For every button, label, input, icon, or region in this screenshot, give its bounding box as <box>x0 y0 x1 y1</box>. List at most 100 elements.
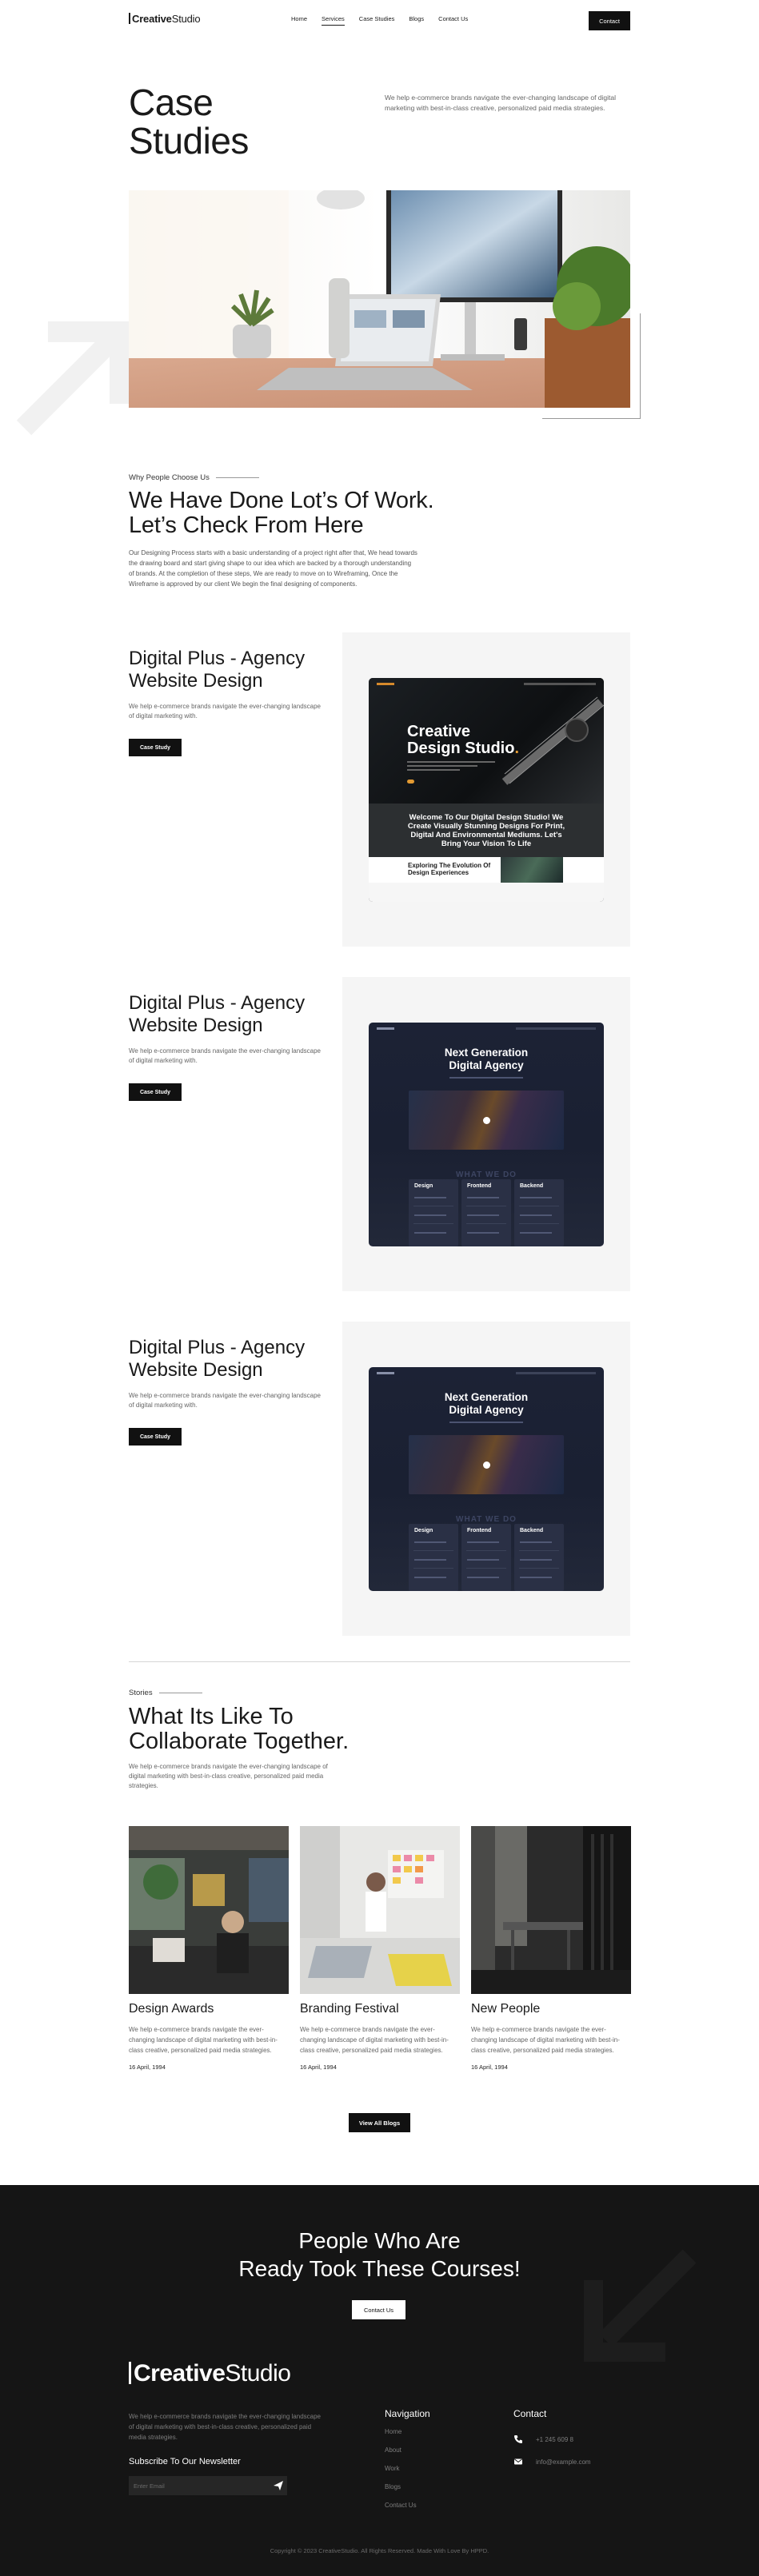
page-title-line2: Studies <box>129 120 249 161</box>
mockup-card-title: Backend <box>520 1528 544 1533</box>
mockup-nav <box>377 1372 596 1377</box>
story-text: We help e-commerce brands navigate the e… <box>300 2026 449 2054</box>
newsletter-title: Subscribe To Our Newsletter <box>129 2457 241 2466</box>
nav-services[interactable]: Services <box>322 15 345 26</box>
copyright-text: Copyright © 2023 CreativeStudio. All Rig… <box>270 2547 489 2554</box>
story-image <box>471 1826 631 1994</box>
office-photo <box>129 1826 289 1994</box>
story-card[interactable]: Branding Festival We help e-commerce bra… <box>300 1826 460 2071</box>
mockup-subtext <box>407 761 495 773</box>
story-title[interactable]: New People <box>471 2002 631 2016</box>
mockup-headline-dot: . <box>514 740 520 757</box>
mockup-headline-line2: Digital Agency <box>449 1404 524 1416</box>
stories-title-line2: Collaborate Together. <box>129 1729 350 1754</box>
case-study-button[interactable]: Case Study <box>129 1428 182 1446</box>
site-footer: People Who Are Ready Took These Courses!… <box>0 2185 759 2576</box>
story-card[interactable]: New People We help e-commerce brands nav… <box>471 1826 631 2071</box>
mockup-card-title: Backend <box>520 1183 544 1189</box>
case-study-button[interactable]: Case Study <box>129 1083 182 1101</box>
mockup-subtext <box>449 1422 523 1423</box>
mockup-nav <box>377 1027 596 1032</box>
mockup-accent-pill <box>407 780 414 784</box>
why-title-line1: We Have Done Lot’s Of Work. <box>129 488 434 513</box>
send-icon[interactable] <box>273 2480 284 2491</box>
mockup-card: Design <box>409 1524 458 1591</box>
mockup-headline-line1: Next Generation <box>444 1047 529 1059</box>
email-input[interactable] <box>129 2476 265 2495</box>
footer-link-about[interactable]: About <box>385 2446 417 2465</box>
mockup-headline-line2: Digital Agency <box>449 1059 524 1071</box>
meeting-photo <box>300 1826 460 1994</box>
contact-phone: +1 245 609 8 <box>536 2435 573 2443</box>
nav-home[interactable]: Home <box>291 15 307 26</box>
project-mockup[interactable]: Next Generation Digital Agency WHAT WE D… <box>369 1023 604 1246</box>
mockup-subtext <box>449 1077 523 1079</box>
mockup-headline: Creative Design Studio. <box>407 724 519 757</box>
project-mockup[interactable]: Creative Design Studio. Welcome To Our D… <box>369 678 604 902</box>
footer-nav: Home About Work Blogs Contact Us <box>385 2428 417 2520</box>
mockup-card-title: Frontend <box>467 1528 492 1533</box>
footer-link-work[interactable]: Work <box>385 2465 417 2483</box>
nav-blogs[interactable]: Blogs <box>409 15 424 26</box>
footer-contact-title: Contact <box>513 2408 547 2419</box>
project-description: We help e-commerce brands navigate the e… <box>129 1047 321 1064</box>
mockup-headline: Next Generation Digital Agency <box>369 1391 604 1417</box>
play-icon <box>483 1461 490 1469</box>
mockup-thumbnail <box>501 857 563 883</box>
contact-email-row[interactable]: info@example.com <box>513 2450 591 2473</box>
footer-link-blogs[interactable]: Blogs <box>385 2483 417 2502</box>
why-description: Our Designing Process starts with a basi… <box>129 549 417 588</box>
why-eyebrow: Why People Choose Us <box>129 473 259 482</box>
cta-contact-button[interactable]: Contact Us <box>352 2300 405 2319</box>
project-description: We help e-commerce brands navigate the e… <box>129 703 321 720</box>
interior-photo <box>471 1826 631 1994</box>
mockup-card: Frontend <box>461 1524 511 1591</box>
story-title[interactable]: Branding Festival <box>300 2002 460 2016</box>
project-mockup[interactable]: Next Generation Digital Agency WHAT WE D… <box>369 1367 604 1591</box>
mockup-card-title: Design <box>414 1183 433 1189</box>
nav-contact-us[interactable]: Contact Us <box>438 15 468 26</box>
contact-button[interactable]: Contact <box>589 11 630 30</box>
mockup-card-title: Design <box>414 1528 433 1533</box>
site-logo[interactable]: CreativeStudio <box>129 13 201 25</box>
footer-logo[interactable]: CreativeStudio <box>129 2360 291 2387</box>
nav-case-studies[interactable]: Case Studies <box>359 15 395 26</box>
story-text: We help e-commerce brands navigate the e… <box>129 2026 278 2054</box>
contact-email: info@example.com <box>536 2458 591 2466</box>
mockup-section-title: WHAT WE DO <box>456 1170 517 1179</box>
eyebrow-line <box>215 477 259 478</box>
stories-title-line1: What Its Like To <box>129 1704 294 1729</box>
play-icon <box>483 1117 490 1124</box>
project-title: Digital Plus - Agency Website Design <box>129 648 306 692</box>
why-eyebrow-text: Why People Choose Us <box>129 473 210 482</box>
cta-title: People Who Are Ready Took These Courses! <box>0 2227 759 2283</box>
project-title: Digital Plus - Agency Website Design <box>129 1337 306 1381</box>
cta-title-line2: Ready Took These Courses! <box>238 2256 521 2281</box>
footer-link-home[interactable]: Home <box>385 2428 417 2446</box>
project-preview-panel: Next Generation Digital Agency WHAT WE D… <box>342 1322 630 1636</box>
project-title: Digital Plus - Agency Website Design <box>129 992 306 1036</box>
mockup-footer: Exploring The Evolution Of Design Experi… <box>369 857 604 902</box>
project-description: We help e-commerce brands navigate the e… <box>129 1392 321 1409</box>
logo-light: Studio <box>171 13 201 25</box>
section-divider <box>129 1661 630 1662</box>
story-title[interactable]: Design Awards <box>129 2002 289 2016</box>
logo-light: Studio <box>225 2360 291 2387</box>
mail-icon <box>514 2458 522 2465</box>
view-all-blogs-button[interactable]: View All Blogs <box>349 2113 410 2132</box>
footer-link-contact[interactable]: Contact Us <box>385 2502 417 2520</box>
story-image <box>300 1826 460 1994</box>
workspace-illustration <box>129 190 630 408</box>
stories-eyebrow: Stories <box>129 1689 202 1697</box>
story-image <box>129 1826 289 1994</box>
hero-description: We help e-commerce brands navigate the e… <box>385 94 617 112</box>
why-title: We Have Done Lot’s Of Work. Let’s Check … <box>129 488 545 538</box>
mockup-card: Backend <box>514 1524 564 1591</box>
contact-phone-row[interactable]: +1 245 609 8 <box>513 2428 591 2450</box>
story-card[interactable]: Design Awards We help e-commerce brands … <box>129 1826 289 2071</box>
page-title: Case Studies <box>129 83 249 160</box>
case-study-button[interactable]: Case Study <box>129 739 182 756</box>
footer-description: We help e-commerce brands navigate the e… <box>129 2413 321 2441</box>
logo-bar <box>129 2362 131 2384</box>
mockup-footer-text: Exploring The Evolution Of Design Experi… <box>408 862 491 876</box>
